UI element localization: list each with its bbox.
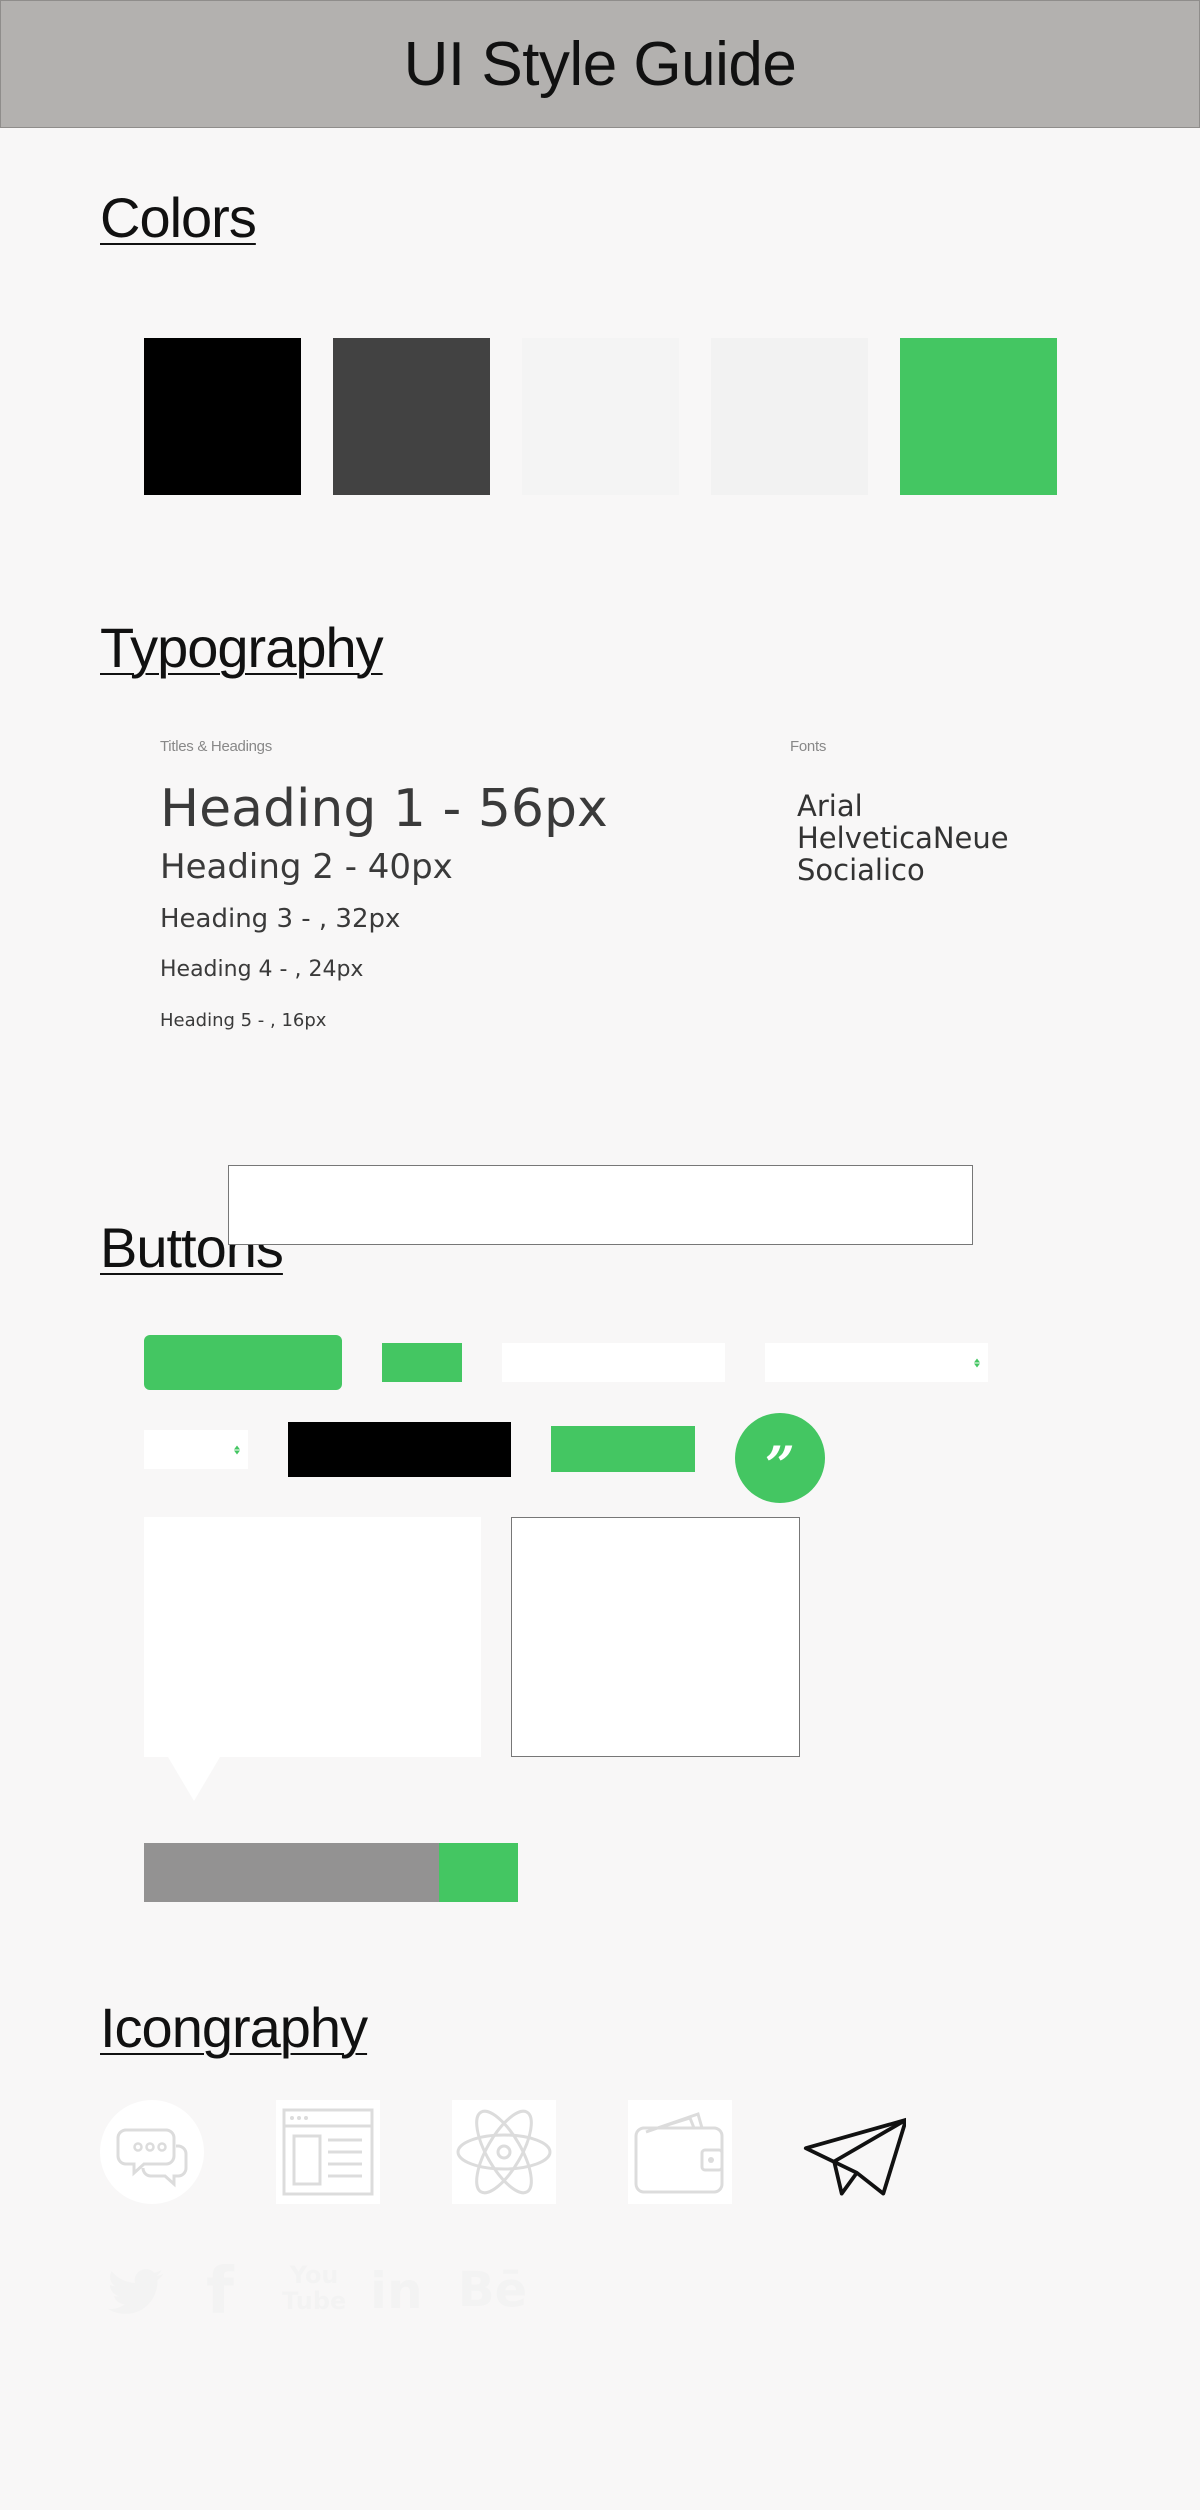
font-list: Arial HelveticaNeue Socialico [797, 790, 1009, 886]
youtube-icon-text-bottom: Tube [282, 2287, 347, 2315]
heading-5-sample: Heading 5 - , 16px [160, 1010, 327, 1031]
color-swatch-black [144, 338, 301, 495]
small-green-button[interactable] [382, 1343, 462, 1382]
linkedin-icon: in [370, 2262, 423, 2320]
speech-bubble-tail [168, 1757, 220, 1801]
page-title: UI Style Guide [403, 29, 797, 99]
color-swatch-dark-gray [333, 338, 490, 495]
behance-icon: Bē [458, 2262, 528, 2318]
youtube-icon: You Tube [282, 2262, 346, 2314]
facebook-icon: f [206, 2255, 234, 2329]
heading-3-sample: Heading 3 - , 32px [160, 904, 401, 934]
speech-bubble-card [144, 1517, 481, 1757]
green-button[interactable] [551, 1426, 695, 1472]
quote-icon: ” [765, 1436, 795, 1497]
primary-button[interactable] [144, 1335, 342, 1390]
wallet-icon [628, 2100, 732, 2204]
white-input-field[interactable] [502, 1343, 725, 1382]
select-dropdown-small[interactable] [144, 1430, 248, 1469]
color-swatch-off-white [711, 338, 868, 495]
titles-headings-label: Titles & Headings [160, 738, 272, 755]
progress-bar [144, 1843, 518, 1902]
font-helvetica-neue: HelveticaNeue [797, 821, 1009, 855]
browser-window-icon [276, 2100, 380, 2204]
font-arial: Arial [797, 789, 863, 823]
textarea-field[interactable] [511, 1517, 800, 1757]
font-socialico: Socialico [797, 853, 925, 887]
quote-button[interactable]: ” [735, 1413, 825, 1503]
typography-section-title: Typography [100, 616, 384, 679]
atom-icon [452, 2100, 556, 2204]
select-dropdown-wide[interactable] [765, 1343, 988, 1382]
paper-plane-icon [802, 2100, 906, 2204]
color-swatch-light-gray [522, 338, 679, 495]
select-arrows-icon [234, 1445, 240, 1454]
youtube-icon-text-top: You [289, 2261, 339, 2289]
fonts-label: Fonts [790, 738, 827, 755]
progress-fill [439, 1843, 518, 1902]
colors-section-title: Colors [100, 186, 257, 249]
select-arrows-icon [974, 1358, 980, 1367]
heading-1-sample: Heading 1 - 56px [160, 779, 608, 839]
black-button[interactable] [288, 1422, 511, 1477]
page-header: UI Style Guide [0, 0, 1200, 128]
iconography-section-title: Icongraphy [100, 1996, 368, 2059]
color-swatch-green [900, 338, 1057, 495]
chat-bubbles-icon [100, 2100, 204, 2204]
heading-4-sample: Heading 4 - , 24px [160, 957, 364, 982]
text-input[interactable] [228, 1165, 973, 1245]
twitter-icon [107, 2268, 164, 2321]
heading-2-sample: Heading 2 - 40px [160, 847, 453, 887]
